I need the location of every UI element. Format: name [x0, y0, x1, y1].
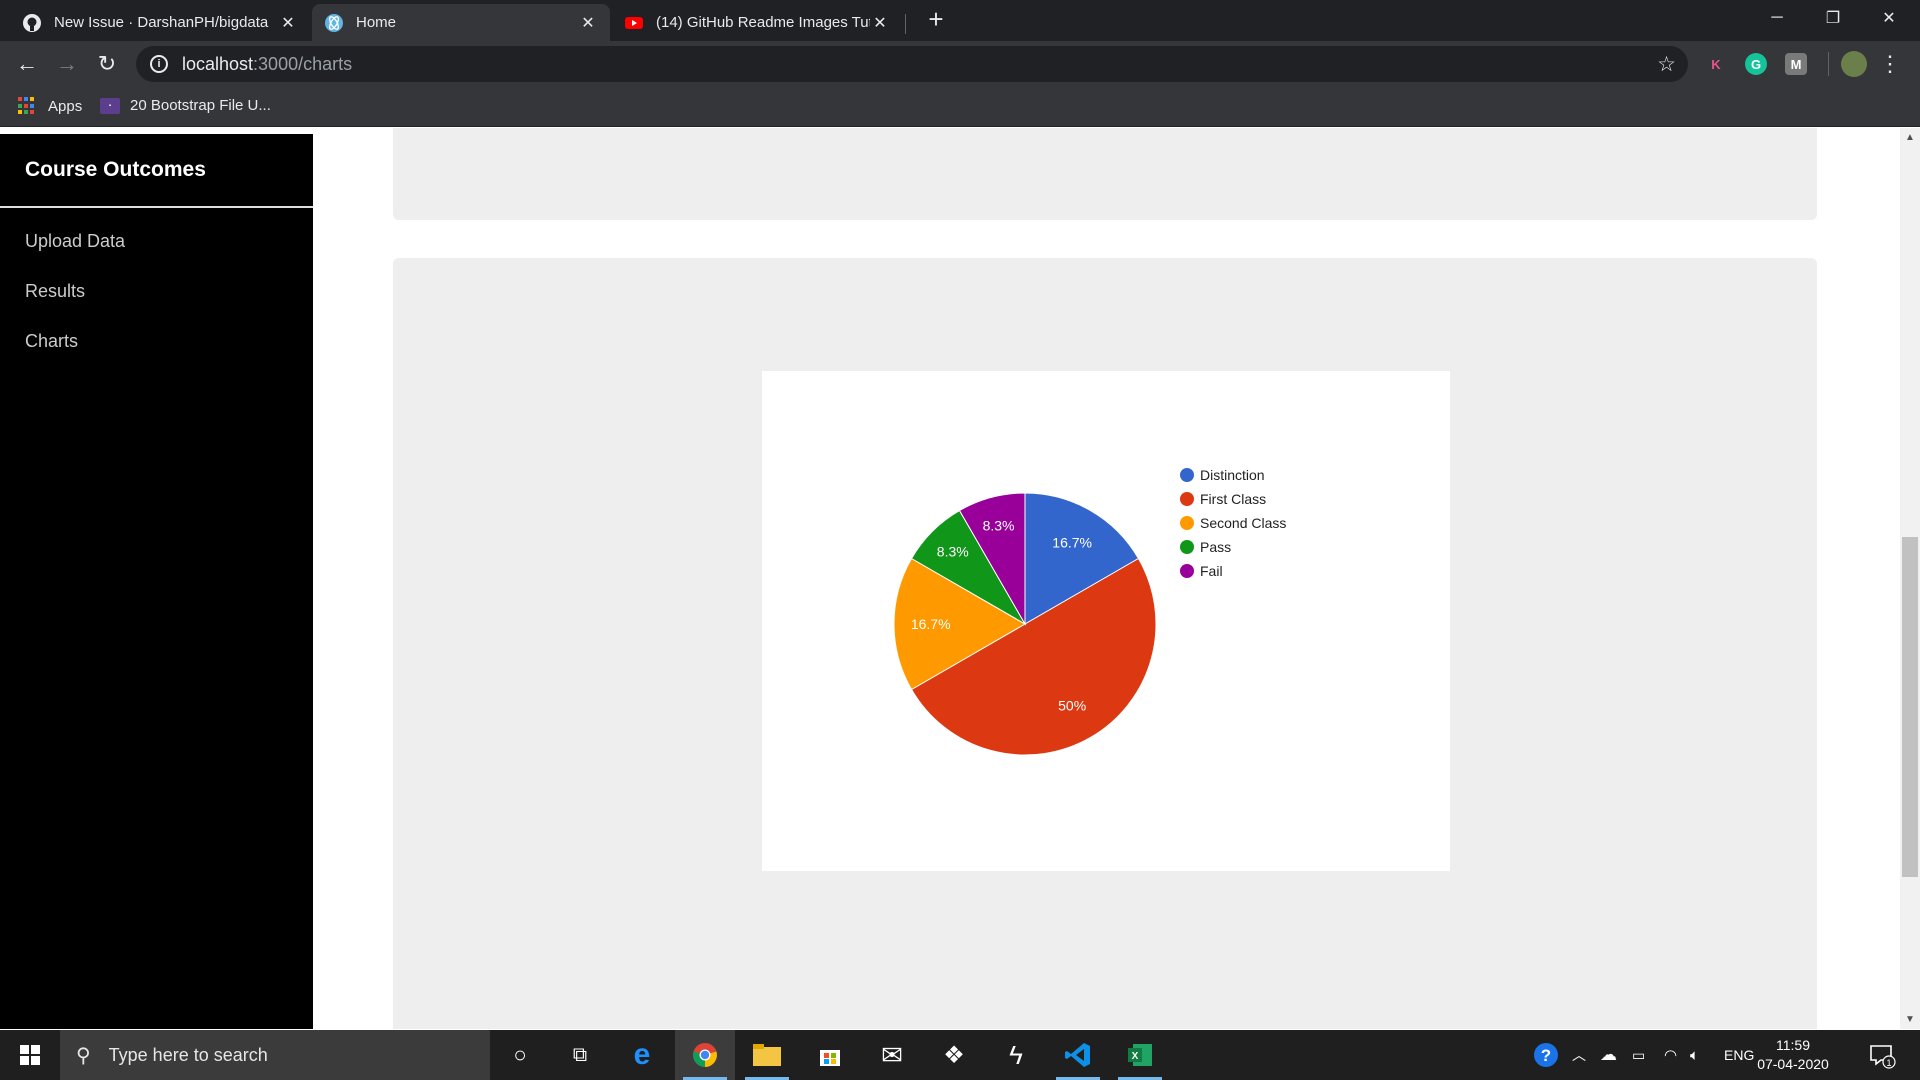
search-placeholder: Type here to search	[108, 1044, 268, 1065]
scroll-down-icon[interactable]: ▼	[1904, 1014, 1916, 1025]
sidebar-brand[interactable]: Course Outcomes	[0, 134, 313, 208]
legend-label[interactable]: Distinction	[1200, 467, 1265, 483]
sidebar-item-charts[interactable]: Charts	[0, 316, 313, 366]
battery-icon[interactable]: ▭	[1632, 1030, 1645, 1080]
url-host: localhost	[182, 53, 254, 74]
apps-grid-icon	[18, 97, 36, 115]
reload-icon[interactable]: ↻	[93, 50, 121, 78]
legend-swatch	[1180, 564, 1194, 578]
address-bar[interactable]: i localhost:3000/charts ☆	[136, 46, 1688, 82]
tab-title: Home	[356, 14, 397, 31]
page-viewport: Course Outcomes Upload Data Results Char…	[0, 128, 1920, 1029]
youtube-icon	[624, 13, 644, 33]
pie-slice-label: 8.3%	[983, 517, 1015, 533]
tab-title: (14) GitHub Readme Images Tuto	[656, 14, 870, 31]
bookmark-label: 20 Bootstrap File U...	[130, 97, 271, 114]
edge-icon[interactable]: e	[612, 1030, 672, 1080]
restore-icon[interactable]: ❐	[1806, 0, 1860, 36]
file-explorer-icon[interactable]	[737, 1030, 797, 1080]
close-window-icon[interactable]: ✕	[1862, 0, 1916, 36]
github-icon	[22, 13, 42, 33]
toolbar-divider	[1828, 52, 1829, 76]
windows-taskbar: ⚲ Type here to search ○ ⧉ e ✉ ❖ ϟ X ? ︿ …	[0, 1030, 1920, 1080]
vscode-icon[interactable]	[1048, 1030, 1108, 1080]
excel-icon[interactable]: X	[1110, 1030, 1170, 1080]
close-icon[interactable]: ✕	[578, 13, 598, 33]
volume-icon[interactable]: 🔈︎	[1690, 1030, 1699, 1080]
legend-label[interactable]: Pass	[1200, 539, 1231, 555]
bookmarks-bar: Apps ▪ 20 Bootstrap File U...	[0, 87, 1920, 127]
svg-text:X: X	[1132, 1051, 1139, 1062]
notification-count: 1	[1886, 1058, 1891, 1068]
extension-k-icon[interactable]: K	[1705, 53, 1727, 75]
close-icon[interactable]: ✕	[278, 13, 298, 33]
tab-title: New Issue · DarshanPH/bigdata	[54, 14, 269, 31]
taskbar-search-box[interactable]: ⚲ Type here to search	[60, 1030, 490, 1080]
sidebar-item-upload-data[interactable]: Upload Data	[0, 216, 313, 266]
clock-time: 11:59	[1776, 1037, 1810, 1053]
sidebar-item-results[interactable]: Results	[0, 266, 313, 316]
vertical-scrollbar[interactable]: ▲ ▼	[1900, 128, 1920, 1029]
legend-swatch	[1180, 516, 1194, 530]
chrome-icon[interactable]	[675, 1030, 735, 1080]
help-icon[interactable]: ?	[1532, 1030, 1560, 1080]
scrollbar-thumb[interactable]	[1902, 537, 1918, 877]
minimize-icon[interactable]: ─	[1750, 0, 1804, 36]
bookmark-star-icon[interactable]: ☆	[1657, 52, 1676, 77]
cortana-icon[interactable]: ○	[490, 1030, 550, 1080]
new-tab-button[interactable]: +	[922, 6, 950, 34]
extension-m-icon[interactable]: M	[1785, 53, 1807, 75]
windows-start-icon[interactable]	[0, 1030, 60, 1080]
store-icon[interactable]	[800, 1030, 860, 1080]
back-icon[interactable]: ←	[13, 50, 41, 78]
browser-tab-bar: New Issue · DarshanPH/bigdata ✕ Home ✕ (…	[0, 0, 1920, 41]
sidebar: Course Outcomes Upload Data Results Char…	[0, 134, 313, 1029]
scroll-up-icon[interactable]: ▲	[1904, 132, 1916, 143]
bookmark-label: Apps	[48, 97, 83, 115]
browser-toolbar: ← → ↻ i localhost:3000/charts ☆ K G M ⋮	[0, 41, 1920, 87]
search-icon: ⚲	[76, 1044, 91, 1067]
pie-slice-label: 16.7%	[911, 616, 951, 632]
site-info-icon[interactable]: i	[150, 55, 168, 73]
language-indicator[interactable]: ENG	[1724, 1030, 1754, 1080]
content-card-top	[393, 128, 1817, 220]
task-view-icon[interactable]: ⧉	[550, 1030, 610, 1080]
clock-date: 07-04-2020	[1757, 1056, 1829, 1072]
legend-label[interactable]: Second Class	[1200, 515, 1286, 531]
wifi-icon[interactable]: ◠	[1664, 1030, 1677, 1080]
url-path: :3000/charts	[253, 53, 353, 74]
legend-swatch	[1180, 492, 1194, 506]
svg-text:?: ?	[1541, 1046, 1551, 1065]
profile-avatar[interactable]	[1841, 51, 1867, 77]
notification-center-icon[interactable]: 1	[1868, 1030, 1896, 1080]
colorlib-icon: ▪	[100, 97, 120, 114]
tab-home[interactable]: Home ✕	[312, 4, 610, 41]
onedrive-icon[interactable]: ☁	[1600, 1030, 1617, 1080]
grammarly-icon[interactable]: G	[1745, 53, 1767, 75]
react-icon	[324, 13, 344, 33]
tab-youtube[interactable]: (14) GitHub Readme Images Tuto ✕	[612, 4, 902, 41]
pie-slice-label: 16.7%	[1052, 534, 1092, 550]
tab-separator	[905, 14, 906, 34]
pie-slice-label: 50%	[1058, 698, 1086, 714]
bookmark-bootstrap[interactable]: ▪ 20 Bootstrap File U...	[100, 97, 271, 114]
legend-label[interactable]: First Class	[1200, 491, 1266, 507]
dropbox-icon[interactable]: ❖	[924, 1030, 984, 1080]
pie-chart: 16.7% 50% 16.7% 8.3% 8.3% Distinction First C…	[893, 467, 1286, 756]
chevron-up-icon[interactable]: ︿	[1572, 1030, 1586, 1080]
forward-icon[interactable]: →	[53, 50, 81, 78]
menu-icon[interactable]: ⋮	[1879, 50, 1901, 78]
legend-swatch	[1180, 540, 1194, 554]
legend-swatch	[1180, 468, 1194, 482]
tab-new-issue[interactable]: New Issue · DarshanPH/bigdata ✕	[10, 4, 310, 41]
mail-icon[interactable]: ✉	[862, 1030, 922, 1080]
sublime-icon[interactable]: ϟ	[986, 1030, 1046, 1080]
legend-label[interactable]: Fail	[1200, 563, 1223, 579]
close-icon[interactable]: ✕	[870, 13, 890, 33]
pie-chart-container: 16.7% 50% 16.7% 8.3% 8.3% Distinction First C…	[762, 371, 1450, 871]
sidebar-nav: Upload Data Results Charts	[0, 208, 313, 366]
bookmark-apps[interactable]: Apps	[18, 97, 82, 115]
clock[interactable]: 11:59 07-04-2020	[1752, 1036, 1834, 1074]
pie-slice-label: 8.3%	[937, 544, 969, 560]
